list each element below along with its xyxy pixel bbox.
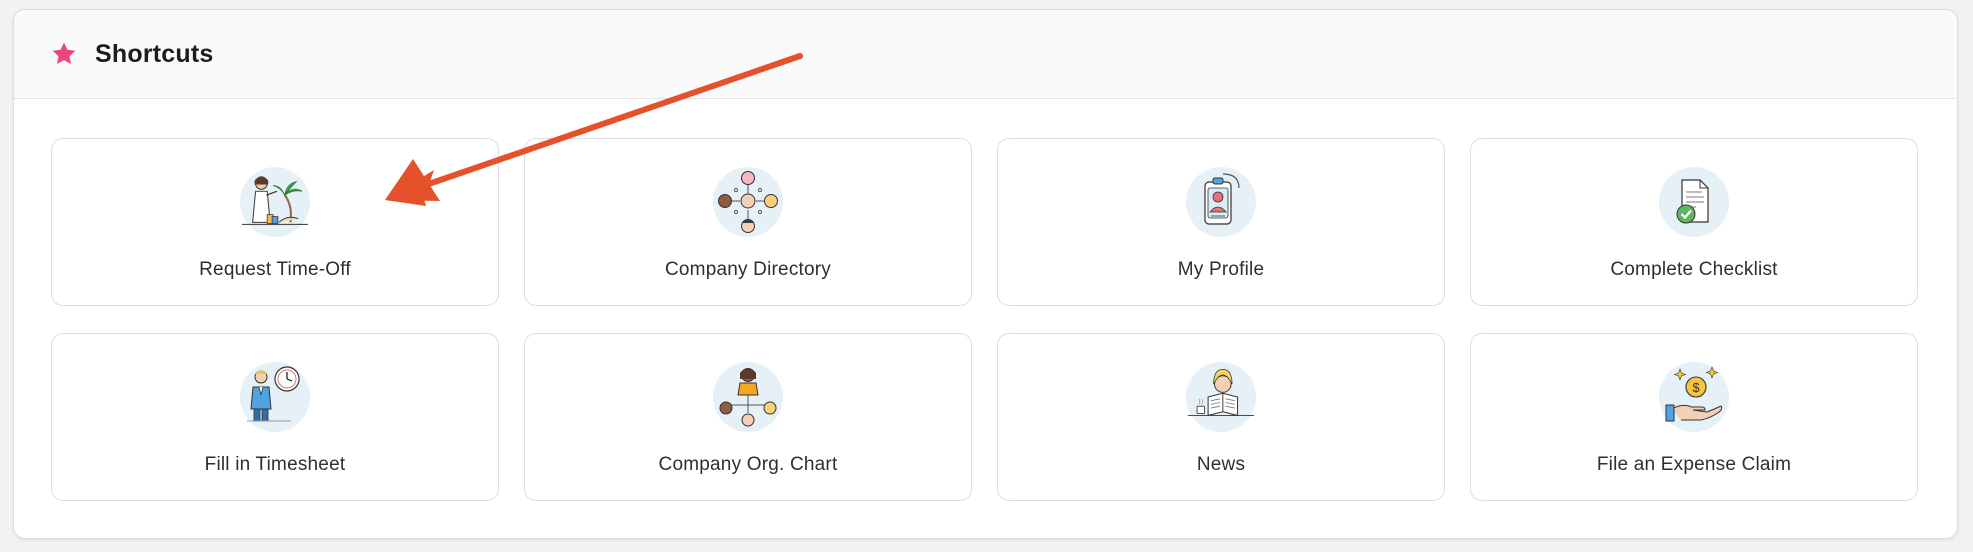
shortcut-label: File an Expense Claim [1596,454,1792,475]
shortcut-my-profile[interactable]: My Profile [997,138,1445,306]
shortcut-label: Request Time-Off [199,259,351,280]
shortcut-label: Company Org. Chart [658,454,838,475]
shortcut-label: News [1196,454,1246,475]
shortcut-complete-checklist[interactable]: Complete Checklist [1470,138,1918,306]
panel-header: Shortcuts [14,10,1957,99]
shortcut-label: My Profile [1177,259,1265,280]
shortcut-label: Complete Checklist [1610,259,1778,280]
shortcut-company-directory[interactable]: Company Directory [524,138,972,306]
directory-icon [713,167,783,237]
news-icon [1186,362,1256,432]
shortcuts-panel: Shortcuts Request Time-Off Company Direc… [13,9,1958,539]
shortcut-company-org-chart[interactable]: Company Org. Chart [524,333,972,501]
svg-text:$: $ [1692,380,1700,395]
shortcut-label: Fill in Timesheet [204,454,346,475]
expense-icon: $ [1659,362,1729,432]
vacation-icon [240,167,310,237]
checklist-icon [1659,167,1729,237]
org-chart-icon [713,362,783,432]
star-icon [50,40,78,68]
shortcuts-grid: Request Time-Off Company Directory My Pr… [51,138,1918,501]
shortcut-news[interactable]: News [997,333,1445,501]
timesheet-icon [240,362,310,432]
shortcut-label: Company Directory [664,259,831,280]
shortcut-request-time-off[interactable]: Request Time-Off [51,138,499,306]
shortcut-fill-in-timesheet[interactable]: Fill in Timesheet [51,333,499,501]
panel-title: Shortcuts [95,39,214,68]
id-badge-icon [1186,167,1256,237]
shortcut-file-an-expense-claim[interactable]: $ File an Expense Claim [1470,333,1918,501]
